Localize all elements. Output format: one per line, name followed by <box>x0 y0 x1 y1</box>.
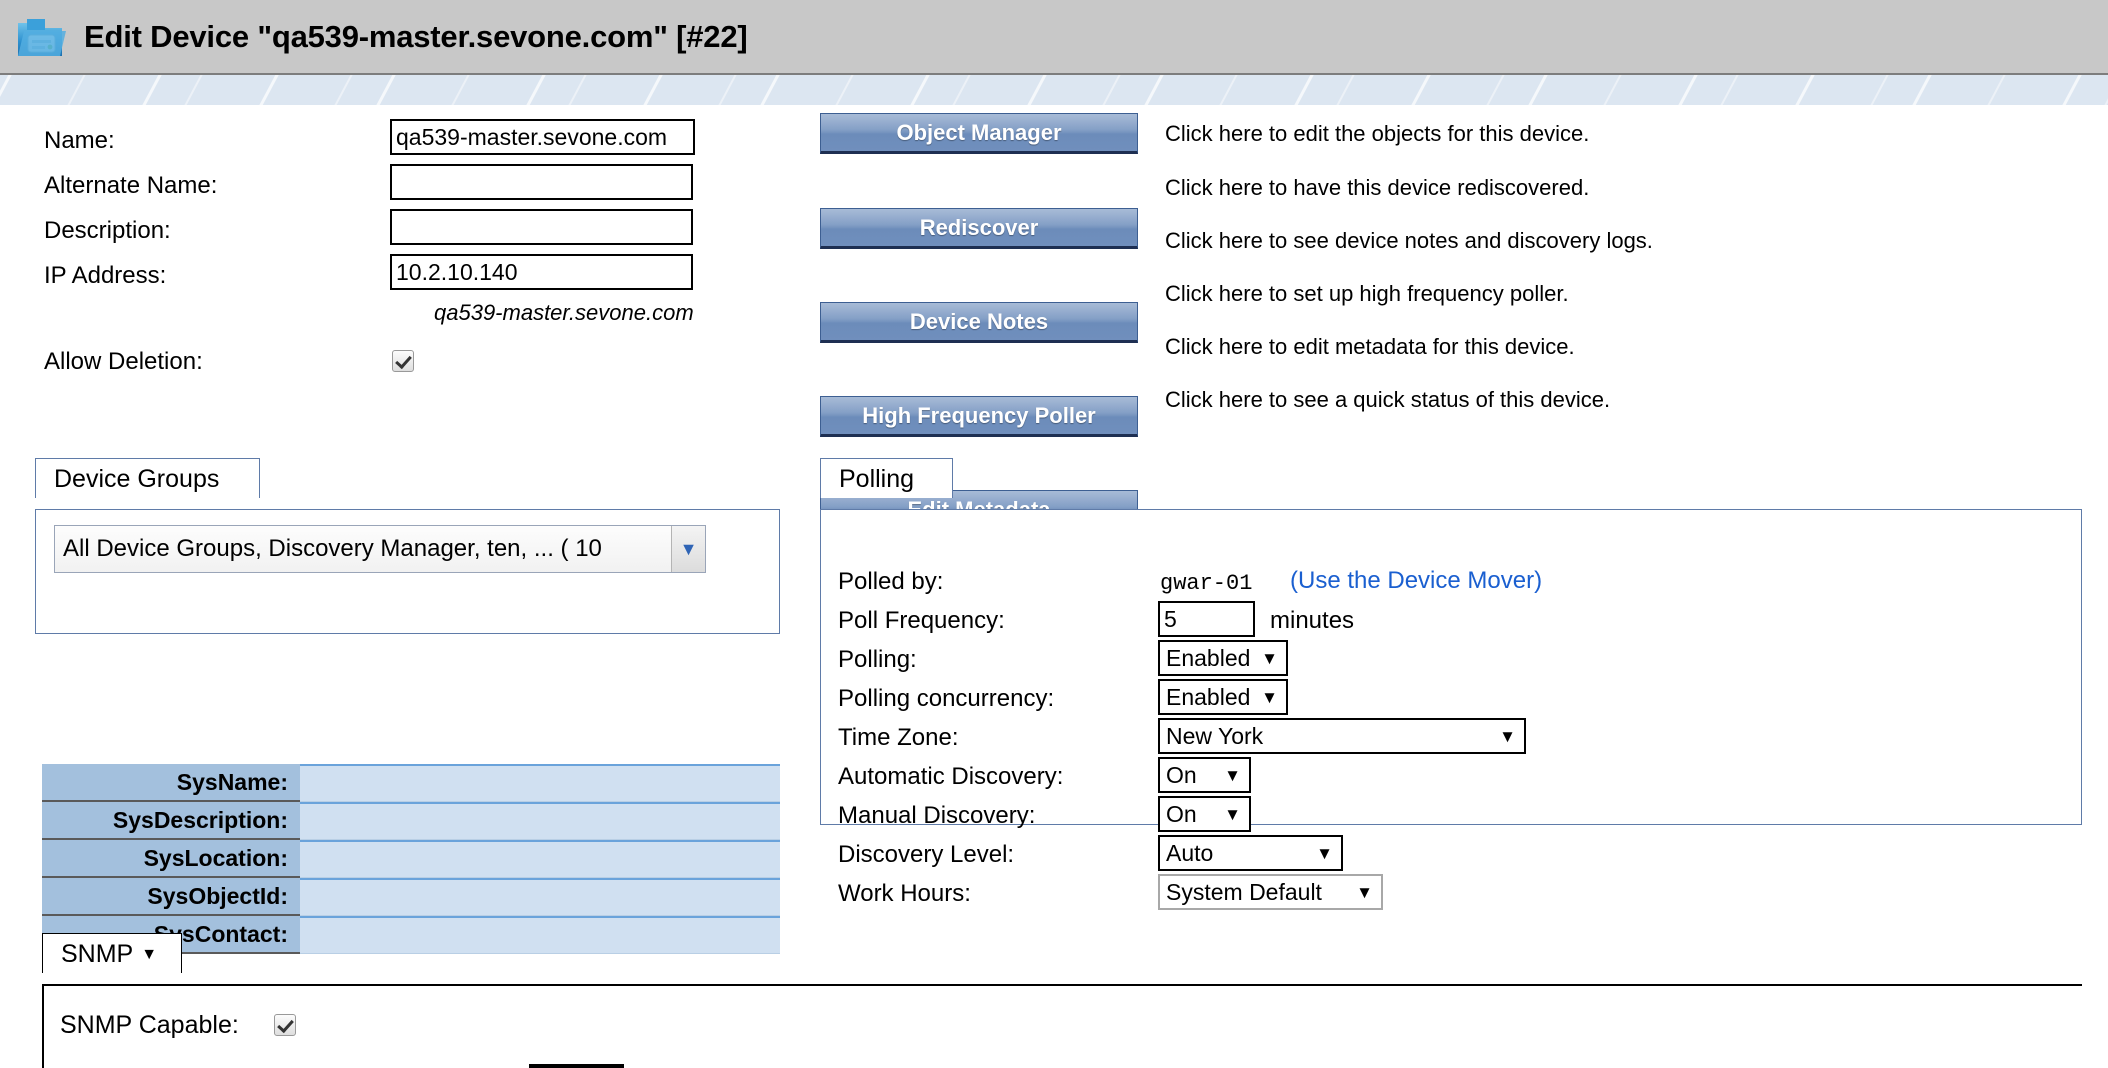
polling-select[interactable]: Enabled ▼ <box>1158 640 1288 676</box>
chevron-down-icon: ▼ <box>1316 843 1333 863</box>
poll-frequency-label: Poll Frequency: <box>838 607 1005 634</box>
table-row: SysObjectId: <box>42 878 780 916</box>
automatic-discovery-select[interactable]: On ▼ <box>1158 757 1251 793</box>
system-info-table: SysName: SysDescription: SysLocation: Sy… <box>42 764 780 954</box>
ip-address-input[interactable] <box>390 254 693 290</box>
snmp-capable-checkbox[interactable] <box>274 1014 296 1036</box>
polling-fields-group: Polled by: Poll Frequency: Polling: Poll… <box>820 509 2082 910</box>
sysname-value <box>300 764 780 802</box>
window-title: Edit Device "qa539-master.sevone.com" [#… <box>84 18 748 54</box>
tab-device-groups[interactable]: Device Groups <box>35 458 260 498</box>
time-zone-select[interactable]: New York ▼ <box>1158 718 1526 754</box>
allow-deletion-label: Allow Deletion: <box>44 348 203 375</box>
manual-discovery-label: Manual Discovery: <box>838 802 1036 829</box>
device-fields-group: Name: Alternate Name: Description: IP Ad… <box>0 105 800 405</box>
syslocation-value <box>300 840 780 878</box>
tab-snmp-label: SNMP <box>61 940 134 968</box>
device-folder-icon <box>18 18 66 56</box>
name-label: Name: <box>44 127 115 154</box>
automatic-discovery-select-value: On <box>1166 761 1197 788</box>
ip-address-label: IP Address: <box>44 262 167 289</box>
chevron-down-icon: ▼ <box>1224 765 1241 785</box>
rediscover-help: Click here to have this device rediscove… <box>1165 175 1590 200</box>
chevron-down-icon: ▼ <box>1224 804 1241 824</box>
polled-by-label: Polled by: <box>838 568 944 595</box>
sysobjectid-value <box>300 878 780 916</box>
use-device-mover-link[interactable]: (Use the Device Mover) <box>1290 567 1542 595</box>
table-row: SysDescription: <box>42 802 780 840</box>
syscontact-value <box>300 916 780 954</box>
discovery-level-select-value: Auto <box>1166 839 1214 866</box>
table-row: SysName: <box>42 764 780 802</box>
polling-concurrency-select[interactable]: Enabled ▼ <box>1158 679 1288 715</box>
device-groups-select[interactable]: All Device Groups, Discovery Manager, te… <box>54 525 706 573</box>
snmp-capable-label: SNMP Capable: <box>60 1011 239 1039</box>
device-summary-help: Click here to see a quick status of this… <box>1165 387 1611 412</box>
time-zone-select-value: New York <box>1166 722 1264 749</box>
description-label: Description: <box>44 217 171 244</box>
resolved-hostname-text: qa539-master.sevone.com <box>434 300 694 325</box>
device-notes-button[interactable]: Device Notes <box>820 302 1138 343</box>
sysobjectid-label: SysObjectId: <box>42 878 300 916</box>
chevron-down-icon[interactable]: ▼ <box>671 526 705 572</box>
discovery-level-label: Discovery Level: <box>838 841 1015 868</box>
manual-discovery-select[interactable]: On ▼ <box>1158 796 1251 832</box>
high-frequency-poller-help: Click here to set up high frequency poll… <box>1165 281 1569 306</box>
edit-metadata-help: Click here to edit metadata for this dev… <box>1165 334 1575 359</box>
tab-snmp[interactable]: SNMP ▼ <box>42 933 182 973</box>
device-notes-help: Click here to see device notes and disco… <box>1165 228 1653 253</box>
alternate-name-label: Alternate Name: <box>44 172 218 199</box>
object-manager-button[interactable]: Object Manager <box>820 113 1138 154</box>
poll-frequency-unit: minutes <box>1270 607 1355 634</box>
tab-polling[interactable]: Polling <box>820 458 953 498</box>
chevron-down-icon: ▼ <box>1261 687 1278 707</box>
time-zone-label: Time Zone: <box>838 724 959 751</box>
polling-concurrency-label: Polling concurrency: <box>838 685 1055 712</box>
description-input[interactable] <box>390 209 693 245</box>
sysdescription-label: SysDescription: <box>42 802 300 840</box>
work-hours-label: Work Hours: <box>838 880 971 907</box>
table-row: SysLocation: <box>42 840 780 878</box>
object-manager-help: Click here to edit the objects for this … <box>1165 121 1590 146</box>
chevron-down-icon: ▼ <box>1356 882 1373 902</box>
name-input[interactable] <box>390 119 695 155</box>
window-titlebar: Edit Device "qa539-master.sevone.com" [#… <box>0 0 2108 75</box>
rediscover-button[interactable]: Rediscover <box>820 208 1138 249</box>
snmp-partial-input[interactable] <box>529 1064 624 1068</box>
device-groups-selected-text: All Device Groups, Discovery Manager, te… <box>63 535 602 562</box>
polled-by-value: gwar-01 <box>1160 571 1253 596</box>
snmp-panel: SNMP Capable: <box>42 984 2082 1068</box>
automatic-discovery-label: Automatic Discovery: <box>838 763 1064 790</box>
syslocation-label: SysLocation: <box>42 840 300 878</box>
polling-concurrency-select-value: Enabled <box>1166 683 1251 710</box>
alternate-name-input[interactable] <box>390 164 693 200</box>
allow-deletion-checkbox[interactable] <box>392 350 414 372</box>
discovery-level-select[interactable]: Auto ▼ <box>1158 835 1343 871</box>
chevron-down-icon: ▼ <box>1261 648 1278 668</box>
polling-label: Polling: <box>838 646 917 673</box>
caret-down-icon: ▼ <box>141 946 158 963</box>
chevron-down-icon: ▼ <box>1499 726 1516 746</box>
work-hours-select-value: System Default <box>1166 878 1322 905</box>
manual-discovery-select-value: On <box>1166 800 1197 827</box>
work-hours-select[interactable]: System Default ▼ <box>1158 874 1383 910</box>
poll-frequency-input[interactable] <box>1158 601 1255 637</box>
high-frequency-poller-button[interactable]: High Frequency Poller <box>820 396 1138 437</box>
polling-select-value: Enabled <box>1166 644 1251 671</box>
sysdescription-value <box>300 802 780 840</box>
device-actions-group: Object Manager Rediscover Device Notes H… <box>820 105 2100 625</box>
page-content: Name: Alternate Name: Description: IP Ad… <box>0 105 2108 1068</box>
decorative-band <box>0 75 2108 105</box>
sysname-label: SysName: <box>42 764 300 802</box>
